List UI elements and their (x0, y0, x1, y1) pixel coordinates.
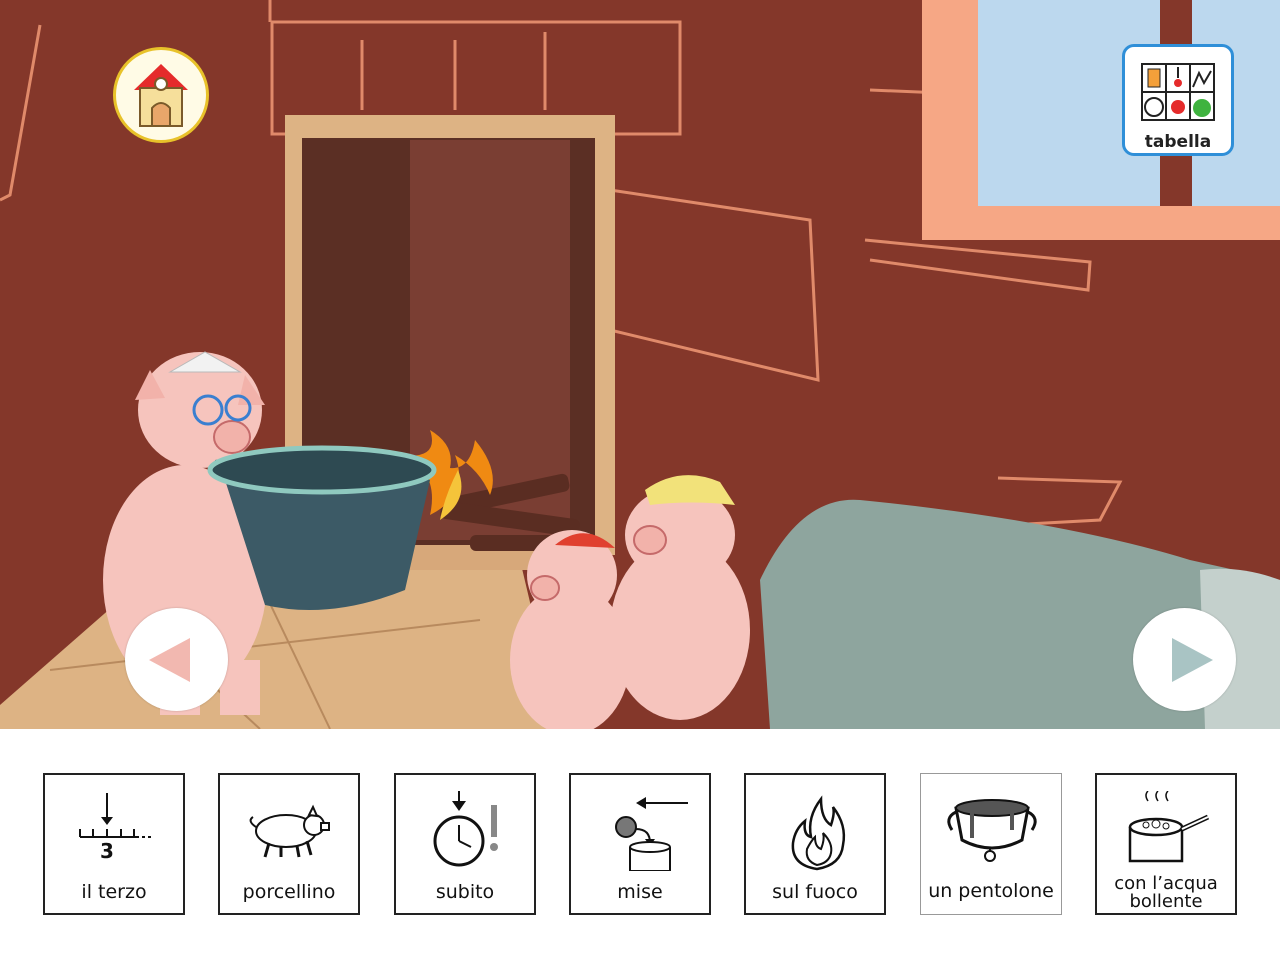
symbol-card-label: il terzo (81, 881, 147, 903)
fire-icon (791, 795, 846, 871)
symbol-card-con-l-acqua-bollente[interactable]: con l’acqua bollente (1095, 773, 1237, 915)
symbol-card-label: mise (617, 881, 663, 903)
third-ordinal-icon: 3 (79, 793, 152, 863)
symbol-grid-icon (1141, 63, 1215, 121)
symbol-card-label: porcellino (242, 881, 336, 903)
symbol-card-subito[interactable]: subito (394, 773, 536, 915)
pig-icon (249, 804, 330, 858)
svg-text:3: 3 (100, 839, 114, 863)
symbol-card-label: sul fuoco (772, 881, 858, 903)
cauldron-icon (947, 799, 1037, 862)
triangle-right-icon (1172, 638, 1213, 682)
triangle-left-icon (149, 638, 190, 682)
previous-page-button[interactable] (125, 608, 228, 711)
symbol-card-porcellino[interactable]: porcellino (218, 773, 360, 915)
symbol-card-mise[interactable]: mise (569, 773, 711, 915)
next-page-button[interactable] (1133, 608, 1236, 711)
boiling-pot-icon (1128, 791, 1210, 863)
symbol-card-sul-fuoco[interactable]: sul fuoco (744, 773, 886, 915)
sentence-strip: 3 il terzo porcellino subito mise sul fu… (0, 729, 1280, 960)
symbol-card-un-pentolone[interactable]: un pentolone (920, 773, 1062, 915)
tabella-button[interactable]: tabella (1122, 44, 1234, 156)
symbol-card-label: con l’acqua bollente (1114, 873, 1218, 912)
house-icon (134, 64, 188, 127)
tabella-label: tabella (1144, 132, 1212, 152)
home-button[interactable] (113, 47, 209, 143)
symbol-card-il-terzo[interactable]: 3 il terzo (43, 773, 185, 915)
put-into-icon (615, 797, 688, 871)
symbol-card-label: un pentolone (928, 880, 1054, 902)
stopwatch-icon (433, 791, 498, 867)
symbol-card-label: subito (435, 881, 495, 903)
